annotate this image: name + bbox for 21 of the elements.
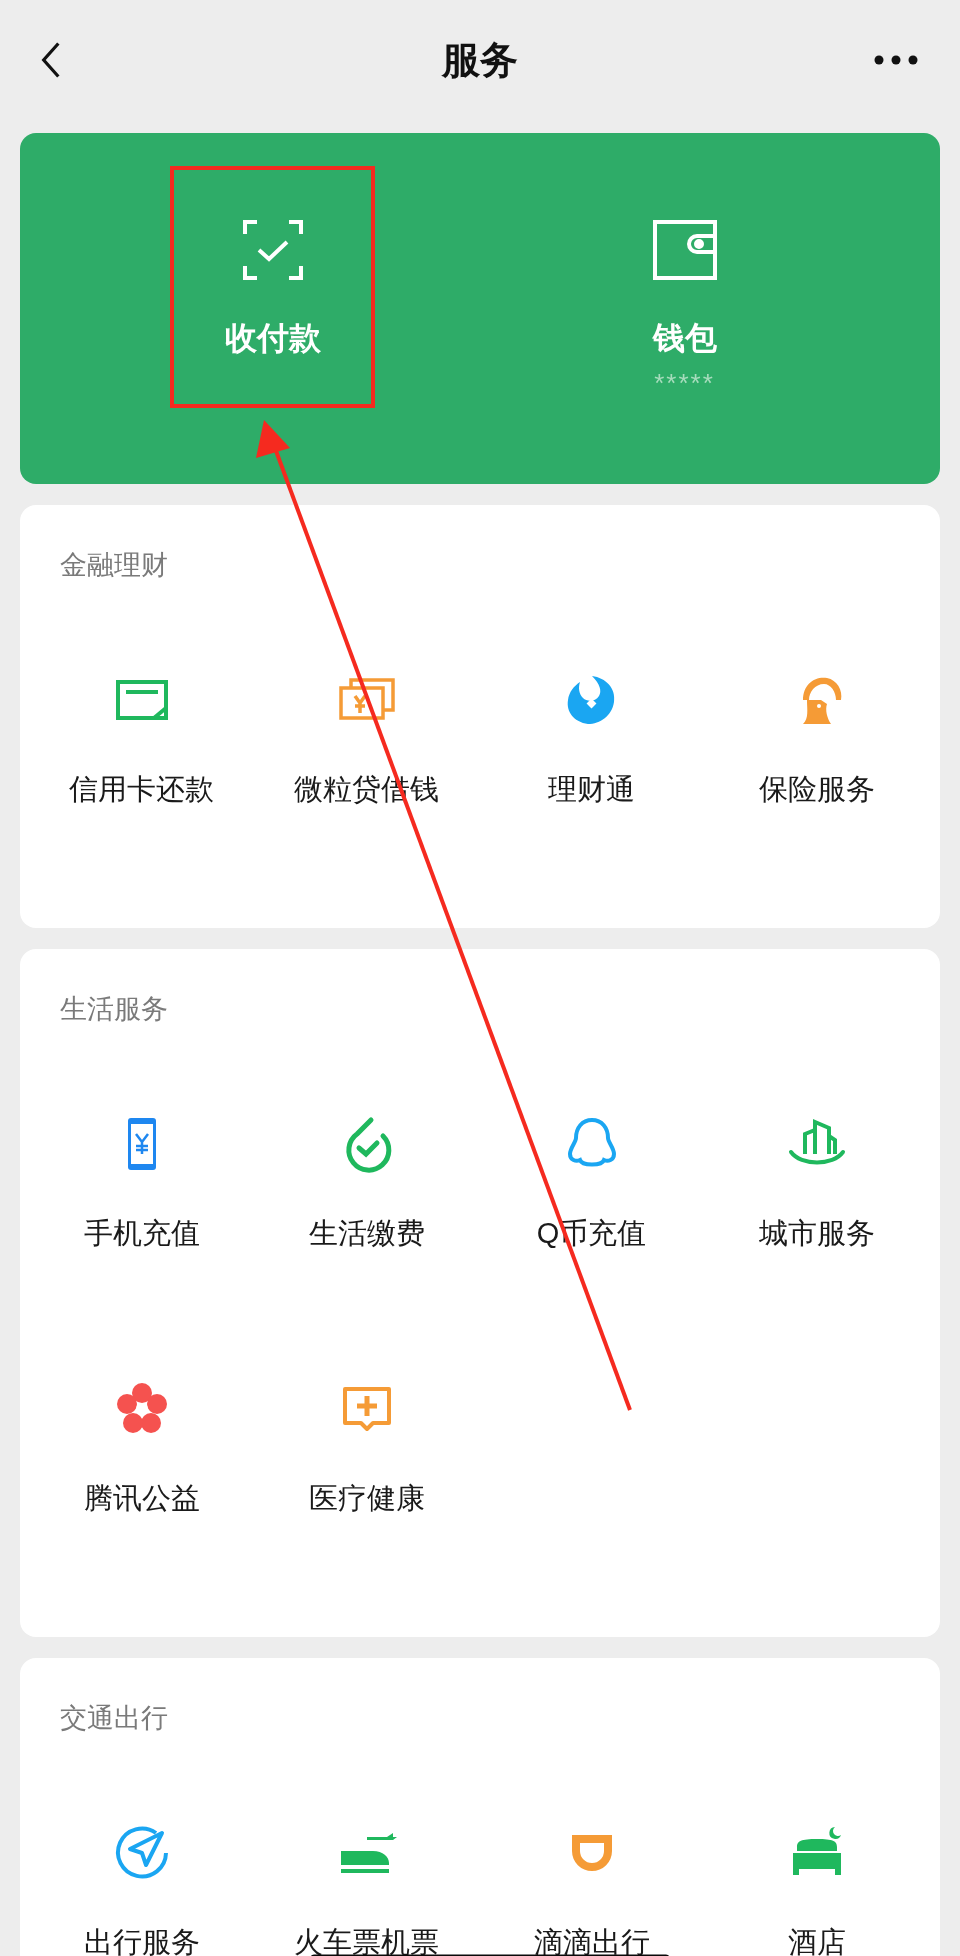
- service-item[interactable]: 火车票机票: [254, 1733, 479, 1956]
- service-item[interactable]: 滴滴出行: [479, 1733, 704, 1956]
- service-item[interactable]: 腾讯公益: [29, 1289, 254, 1554]
- section-title: 交通出行: [60, 1703, 168, 1733]
- service-item[interactable]: 理财通: [479, 580, 704, 845]
- hidden-balance: *****: [654, 370, 715, 396]
- service-item[interactable]: 信用卡还款: [29, 580, 254, 845]
- service-item[interactable]: 手机充值: [29, 1024, 254, 1289]
- more-icon[interactable]: [874, 55, 918, 65]
- page-title: 服务: [442, 37, 518, 83]
- service-item[interactable]: 医疗健康: [254, 1289, 479, 1554]
- back-icon[interactable]: [40, 41, 62, 79]
- scan-check-icon: [240, 218, 305, 282]
- section-title: 生活服务: [60, 994, 168, 1024]
- service-item[interactable]: 保险服务: [704, 580, 929, 845]
- service-item[interactable]: 出行服务: [29, 1733, 254, 1956]
- service-item[interactable]: 酒店: [704, 1733, 929, 1956]
- service-item[interactable]: 生活缴费: [254, 1024, 479, 1289]
- section-title: 金融理财: [60, 550, 168, 580]
- wallet-icon: [652, 218, 717, 282]
- service-item[interactable]: 城市服务: [704, 1024, 929, 1289]
